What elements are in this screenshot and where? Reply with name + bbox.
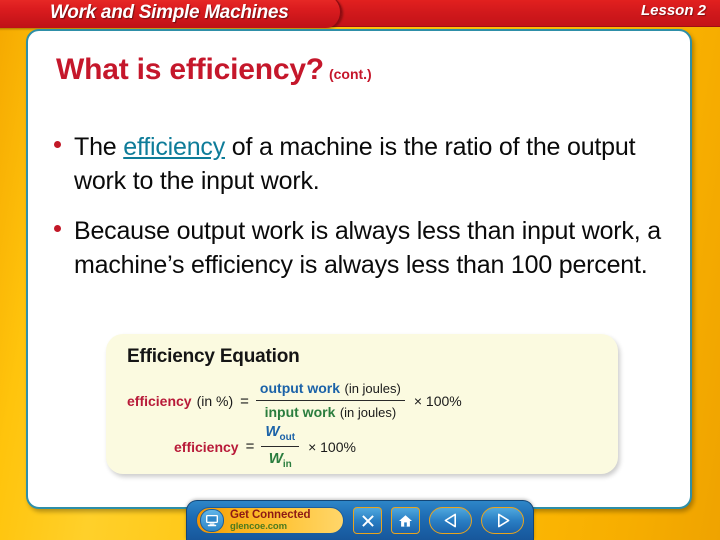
list-item: The efficiency of a machine is the ratio… [54,130,690,198]
equation-1-numerator-bold: output work [259,380,341,396]
efficiency-equation-panel: Efficiency Equation efficiency (in %) = … [106,334,618,474]
computer-monitor-icon [200,509,224,532]
equation-1-term: efficiency [127,393,192,409]
equation-line-1: efficiency (in %) = output work (in joul… [127,379,462,423]
home-icon [398,514,413,528]
page-title-continued-marker: (cont.) [328,66,372,82]
equation-2-tail: × 100% [308,438,356,455]
list-item-text: The efficiency of a machine is the ratio… [74,130,690,198]
triangle-right-icon [495,513,511,528]
bullet-dot-icon [54,141,61,148]
equation-line-2: efficiency = Wout Win × 100% [174,422,356,471]
page-title: What is efficiency? (cont.) [56,53,372,87]
equation-2-term: efficiency [174,438,239,455]
next-button[interactable] [481,507,524,534]
equation-2-numerator-var: W [265,423,280,440]
efficiency-link[interactable]: efficiency [123,133,225,161]
x-icon [361,514,375,528]
triangle-left-icon [443,513,459,528]
previous-button[interactable] [429,507,473,534]
equation-1-tail: × 100% [413,393,462,409]
slide-frame: Work and Simple Machines Lesson 2 What i… [0,0,720,540]
equation-1-denominator-unit: (in joules) [339,405,397,420]
equation-1-numerator: output work (in joules) [255,379,405,401]
chapter-title: Work and Simple Machines [50,2,289,23]
equation-1-denominator: input work (in joules) [261,401,401,423]
list-item: Because output work is always less than … [54,214,690,282]
bullet-2-text: Because output work is always less than … [74,217,661,279]
equation-1-denominator-bold: input work [264,404,336,420]
equation-1-fraction: output work (in joules) input work (in j… [255,379,405,423]
close-button[interactable] [352,507,383,534]
lesson-label: Lesson 2 [640,2,706,19]
get-connected-button[interactable]: Get Connected glencoe.com [196,507,344,534]
home-button[interactable] [391,507,421,534]
equation-2-fraction: Wout Win [261,422,300,472]
get-connected-title: Get Connected [230,509,311,522]
bullet-1-pre-text: The [74,133,124,161]
equation-2-numerator-subscript: out [279,432,296,444]
equation-1-equals: = [240,392,249,410]
equation-1-qualifier: (in %) [196,393,234,409]
get-connected-subtitle: glencoe.com [230,520,287,532]
equation-2-numerator: Wout [261,422,300,447]
equation-2-denominator-subscript: in [282,458,292,470]
equation-2-denominator: Win [265,447,296,472]
bullet-dot-icon [54,225,61,232]
top-banner: Work and Simple Machines Lesson 2 [0,0,720,28]
bottom-navigation-bar: Get Connected glencoe.com [186,500,534,540]
get-connected-labels: Get Connected glencoe.com [230,509,311,531]
equation-1-numerator-unit: (in joules) [344,381,401,396]
equation-2-equals: = [245,438,255,456]
equation-2-denominator-var: W [268,449,283,467]
equation-panel-heading: Efficiency Equation [127,346,300,367]
page-title-text: What is efficiency? [56,53,324,86]
list-item-text: Because output work is always less than … [74,214,690,282]
slide-content-card: What is efficiency? (cont.) The efficienc… [26,29,692,509]
